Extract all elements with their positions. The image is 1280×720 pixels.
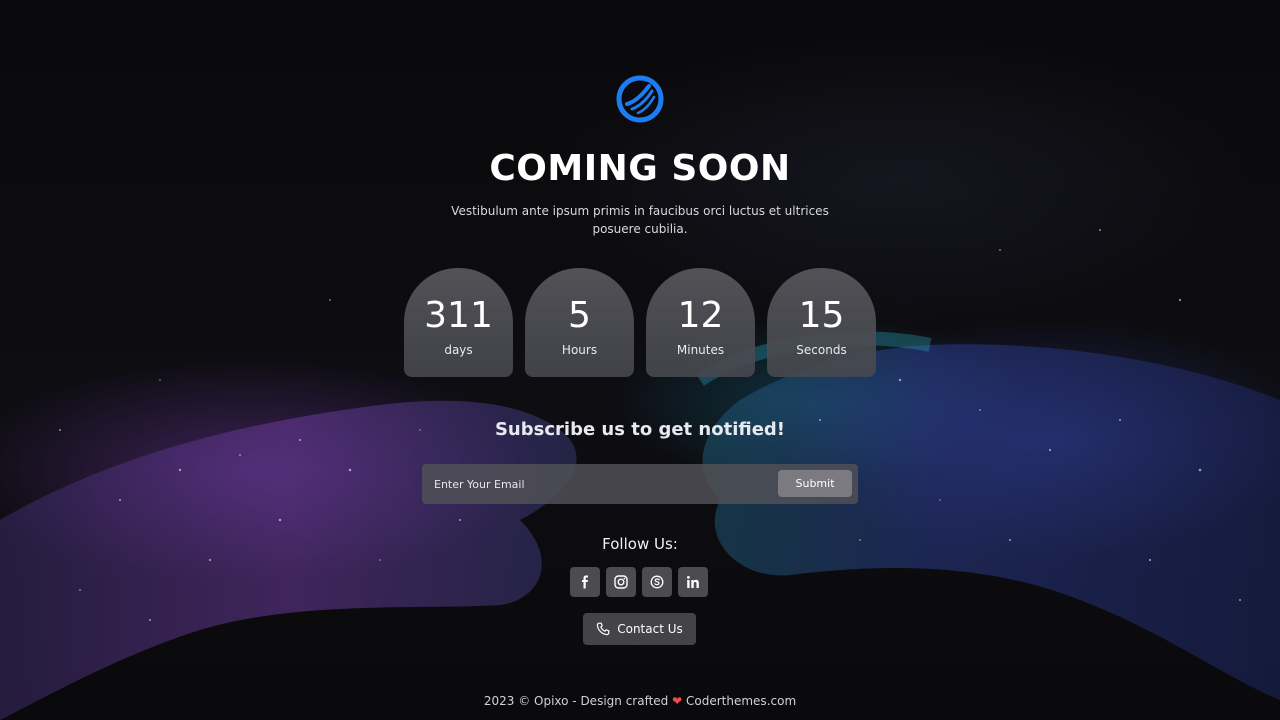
email-input[interactable] — [422, 464, 762, 504]
page-title: COMING SOON — [489, 148, 791, 189]
subscribe-form: Submit — [422, 464, 858, 504]
facebook-icon — [582, 575, 588, 589]
linkedin-icon — [687, 576, 699, 588]
countdown-label: Minutes — [676, 343, 725, 357]
social-links — [570, 567, 708, 597]
heart-icon: ❤ — [672, 694, 683, 708]
countdown-value: 5 — [568, 295, 591, 336]
page-subtitle: Vestibulum ante ipsum primis in faucibus… — [451, 204, 829, 236]
countdown-timer: 311 days 5 Hours 12 Minutes 15 Seconds — [404, 268, 876, 377]
contact-us-label: Contact Us — [617, 622, 683, 636]
countdown-minutes: 12 Minutes — [646, 268, 755, 377]
countdown-value: 311 — [424, 295, 493, 336]
instagram-icon — [614, 575, 628, 589]
countdown-label: days — [444, 343, 473, 357]
opixo-logo-icon — [616, 75, 664, 123]
countdown-hours: 5 Hours — [525, 268, 634, 377]
coming-soon-content: COMING SOON Vestibulum ante ipsum primis… — [0, 0, 1280, 720]
instagram-button[interactable] — [606, 567, 636, 597]
linkedin-button[interactable] — [678, 567, 708, 597]
footer: 2023 © Opixo - Design crafted ❤ Coderthe… — [0, 694, 1280, 708]
skype-icon — [650, 575, 664, 589]
countdown-label: Seconds — [796, 343, 847, 357]
countdown-value: 15 — [798, 295, 845, 336]
follow-heading: Follow Us: — [602, 535, 678, 553]
subscribe-heading: Subscribe us to get notified! — [494, 419, 786, 440]
submit-button[interactable]: Submit — [778, 470, 852, 497]
countdown-seconds: 15 Seconds — [767, 268, 876, 377]
facebook-button[interactable] — [570, 567, 600, 597]
countdown-value: 12 — [677, 295, 724, 336]
page-background: COMING SOON Vestibulum ante ipsum primis… — [0, 0, 1280, 720]
countdown-days: 311 days — [404, 268, 513, 377]
footer-copyright: 2023 © Opixo - Design crafted — [483, 694, 669, 708]
countdown-label: Hours — [561, 343, 598, 357]
contact-us-button[interactable]: Contact Us — [583, 613, 696, 645]
skype-button[interactable] — [642, 567, 672, 597]
footer-link[interactable]: Coderthemes.com — [686, 694, 796, 708]
phone-icon — [597, 622, 610, 636]
